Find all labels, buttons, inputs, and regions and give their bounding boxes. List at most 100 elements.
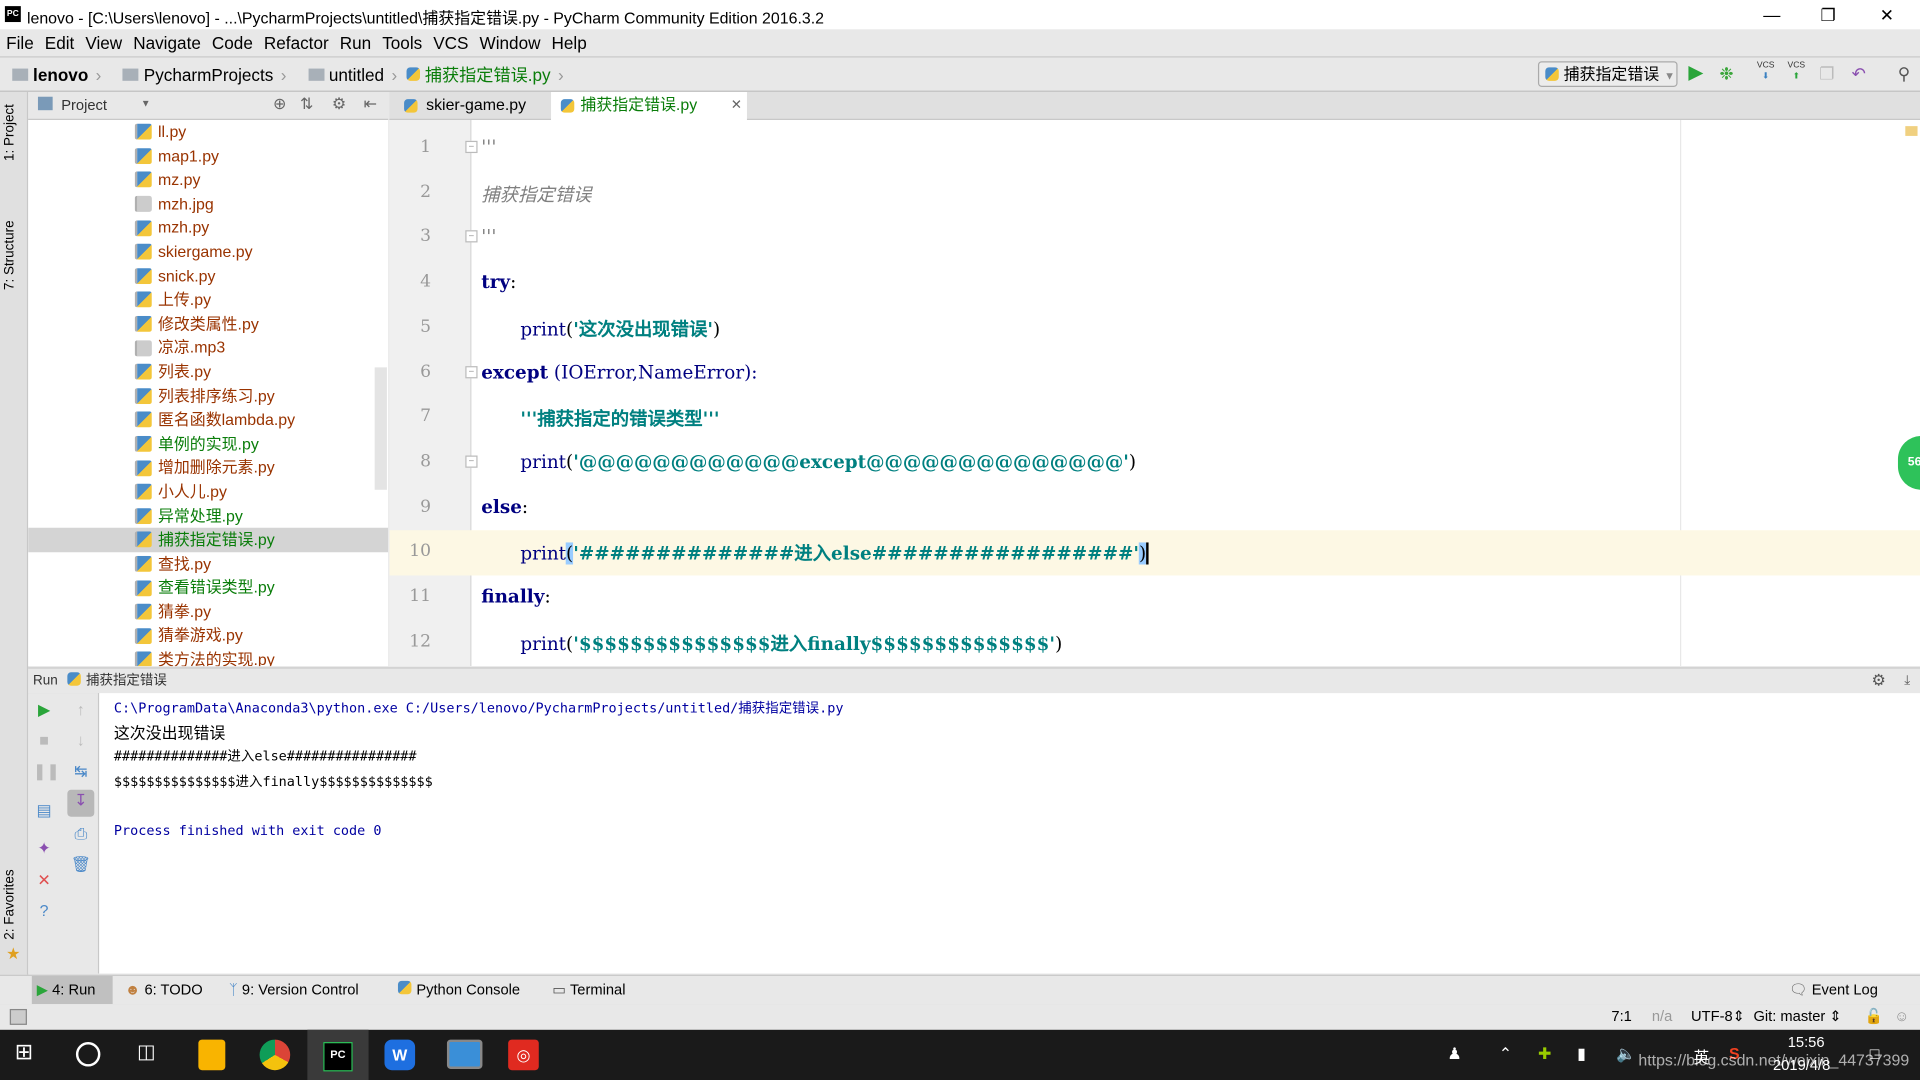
code-line[interactable]: 9 else: bbox=[389, 486, 1920, 531]
tree-item[interactable]: 查找.py bbox=[28, 552, 388, 576]
desktop-icon[interactable] bbox=[446, 1039, 483, 1069]
code-line[interactable]: 6 except (IOError,NameError): − bbox=[389, 351, 1920, 396]
run-console-output[interactable]: C:\ProgramData\Anaconda3\python.exe C:/U… bbox=[99, 693, 1920, 974]
breadcrumb-lenovo[interactable]: lenovo › bbox=[0, 58, 101, 91]
360-security-icon[interactable]: ✚ bbox=[1538, 1044, 1551, 1064]
line-separator[interactable]: n/a bbox=[1652, 1004, 1672, 1030]
code-line[interactable]: 10 print('##############进入else###########… bbox=[389, 530, 1920, 576]
debug-icon[interactable]: ❉ bbox=[1714, 62, 1738, 84]
tree-item[interactable]: 匿名函数lambda.py bbox=[28, 408, 388, 432]
tree-item[interactable]: mz.py bbox=[28, 168, 388, 192]
vcs-update-icon[interactable]: VCS ⬇ bbox=[1753, 60, 1777, 82]
git-branch-select[interactable]: Git: master ⇕ bbox=[1753, 1004, 1841, 1030]
tree-item[interactable]: 捕获指定错误.py bbox=[28, 527, 389, 552]
up-icon[interactable]: ↑ bbox=[70, 699, 92, 721]
chevron-down-icon[interactable]: ▼ bbox=[141, 98, 151, 109]
print-icon[interactable]: ⎙ bbox=[70, 823, 92, 845]
wps-icon[interactable]: W bbox=[384, 1039, 416, 1071]
pause-icon[interactable]: ❚❚ bbox=[33, 760, 60, 782]
tab-skier-game[interactable]: skier-game.py✕ bbox=[397, 92, 576, 119]
toggle-tool-windows-icon[interactable] bbox=[9, 1008, 27, 1025]
run-configuration-select[interactable]: 捕获指定错误 ▼ bbox=[1537, 61, 1678, 87]
fold-icon[interactable]: − bbox=[465, 230, 478, 243]
history-icon[interactable]: ❐ bbox=[1815, 62, 1839, 84]
layout-icon[interactable]: ▤ bbox=[33, 800, 55, 822]
tree-item[interactable]: ll.py bbox=[28, 120, 388, 144]
menu-file[interactable]: File bbox=[0, 29, 39, 53]
tree-item[interactable]: 查看错误类型.py bbox=[28, 576, 388, 600]
tree-item[interactable]: 增加删除元素.py bbox=[28, 456, 388, 480]
lock-icon[interactable]: 🔓 bbox=[1865, 1004, 1883, 1030]
menu-run[interactable]: Run bbox=[334, 29, 376, 53]
menu-navigate[interactable]: Navigate bbox=[127, 29, 206, 53]
tree-item[interactable]: 单例的实现.py bbox=[28, 432, 388, 456]
tree-item[interactable]: skiergame.py bbox=[28, 240, 388, 264]
qq-icon[interactable] bbox=[198, 1039, 226, 1071]
tree-item[interactable]: 猜拳.py bbox=[28, 600, 388, 624]
inspector-icon[interactable]: ☺ bbox=[1894, 1004, 1909, 1030]
tree-item[interactable]: mzh.py bbox=[28, 216, 388, 240]
tree-item[interactable]: 凉凉.mp3 bbox=[28, 336, 388, 360]
chevron-up-icon[interactable]: ⌃ bbox=[1499, 1044, 1512, 1064]
scroll-to-end-icon[interactable]: ↧ bbox=[67, 789, 95, 817]
volume-icon[interactable]: 🔈 bbox=[1616, 1044, 1636, 1064]
menu-vcs[interactable]: VCS bbox=[427, 29, 473, 53]
netease-music-icon[interactable]: ◎ bbox=[508, 1039, 539, 1071]
rerun-icon[interactable]: ▶ bbox=[33, 699, 55, 721]
inspection-indicator[interactable] bbox=[1905, 126, 1918, 136]
maximize-button[interactable]: ❐ bbox=[1800, 0, 1856, 29]
tree-item[interactable]: snick.py bbox=[28, 264, 388, 288]
gear-icon[interactable]: ⚙ bbox=[332, 94, 346, 114]
favorites-tool-tab[interactable]: 2: Favorites bbox=[2, 869, 17, 939]
menu-window[interactable]: Window bbox=[473, 29, 545, 53]
revert-icon[interactable]: ↶ bbox=[1847, 62, 1871, 84]
menu-view[interactable]: View bbox=[79, 29, 127, 53]
breadcrumb-file[interactable]: 捕获指定错误.py › bbox=[406, 58, 564, 91]
vcs-commit-icon[interactable]: VCS ⬆ bbox=[1784, 60, 1808, 82]
battery-icon[interactable]: ▮ bbox=[1577, 1044, 1586, 1064]
tool-tab-python-console[interactable]: Python Console bbox=[397, 976, 520, 1004]
hide-icon[interactable]: ⇤ bbox=[364, 94, 377, 114]
structure-tool-tab[interactable]: 7: Structure bbox=[2, 220, 17, 290]
hide-panel-icon[interactable]: ⤓ bbox=[1904, 669, 1910, 693]
tree-scrollbar[interactable] bbox=[374, 367, 387, 490]
tree-item[interactable]: 列表排序练习.py bbox=[28, 384, 388, 408]
tree-item[interactable]: 类方法的实现.py bbox=[28, 648, 388, 667]
fold-icon[interactable]: − bbox=[465, 140, 478, 154]
people-icon[interactable]: ♟ bbox=[1447, 1044, 1461, 1064]
code-line[interactable]: 11 finally: bbox=[389, 576, 1920, 621]
windows-start-icon[interactable]: ⊞ bbox=[15, 1040, 46, 1071]
code-editor[interactable]: 1 ''' −2 捕获指定错误 3 ''' −4 try: 5 print('这次没出现错误') 6… bbox=[389, 120, 1920, 667]
menu-code[interactable]: Code bbox=[206, 29, 258, 53]
event-log-button[interactable]: 🗨 Event Log bbox=[1789, 976, 1878, 1004]
menu-tools[interactable]: Tools bbox=[376, 29, 427, 53]
tree-item[interactable]: 小人儿.py bbox=[28, 480, 388, 504]
code-line[interactable]: 7 '''捕获指定的错误类型''' bbox=[389, 396, 1920, 441]
tree-item[interactable]: 猜拳游戏.py bbox=[28, 624, 388, 648]
fold-icon[interactable]: − bbox=[465, 455, 478, 468]
project-view-select[interactable]: Project bbox=[61, 97, 107, 114]
tool-tab-run[interactable]: ▶ 4: Run bbox=[31, 975, 113, 1005]
encoding-select[interactable]: UTF-8⇕ bbox=[1691, 1004, 1745, 1030]
code-line[interactable]: 8 print('@@@@@@@@@@@@except@@@@@@@@@@@@@@… bbox=[389, 441, 1920, 486]
trash-icon[interactable]: 🗑 bbox=[70, 853, 92, 875]
down-icon[interactable]: ↓ bbox=[70, 730, 92, 752]
chrome-icon[interactable] bbox=[259, 1039, 291, 1071]
breadcrumb-pycharmprojects[interactable]: PycharmProjects › bbox=[111, 58, 286, 91]
tool-tab-terminal[interactable]: ▭ Terminal bbox=[552, 976, 625, 1004]
project-tool-tab[interactable]: 1: Project bbox=[2, 104, 17, 161]
gear-icon[interactable]: ⚙ bbox=[1871, 669, 1885, 693]
code-line[interactable]: 1 ''' − bbox=[389, 126, 1920, 171]
tool-tab-version-control[interactable]: ᛉ 9: Version Control bbox=[229, 976, 359, 1004]
collapse-icon[interactable]: ⇅ bbox=[300, 94, 313, 114]
task-view-icon[interactable]: ◫ bbox=[137, 1040, 168, 1071]
close-button[interactable]: ✕ bbox=[1859, 0, 1915, 29]
pin-icon[interactable]: ✦ bbox=[33, 838, 55, 860]
code-line[interactable]: 4 try: bbox=[389, 261, 1920, 306]
run-icon[interactable]: ▶ bbox=[1684, 62, 1708, 84]
tree-item[interactable]: map1.py bbox=[28, 144, 388, 168]
menu-edit[interactable]: Edit bbox=[39, 29, 80, 53]
menu-refactor[interactable]: Refactor bbox=[258, 29, 334, 53]
caret-position[interactable]: 7:1 bbox=[1611, 1004, 1631, 1030]
tab-active-file[interactable]: 捕获指定错误.py ✕ bbox=[551, 91, 747, 121]
